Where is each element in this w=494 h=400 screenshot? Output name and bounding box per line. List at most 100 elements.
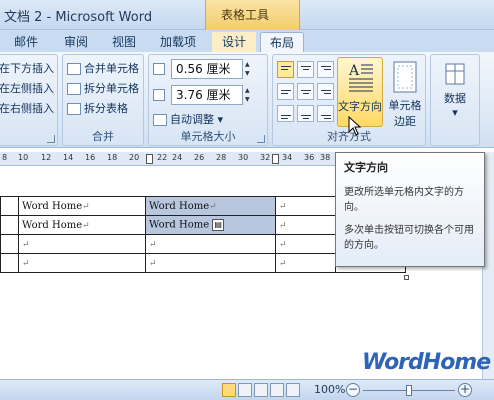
merge-cells-icon <box>67 63 81 75</box>
data-icon <box>445 63 465 85</box>
window-title: 文档 2 - Microsoft Word <box>4 10 153 25</box>
table-cell[interactable]: ↵ <box>145 253 276 273</box>
wordhome-watermark: WordHome <box>362 350 491 375</box>
print-layout-view-icon[interactable] <box>222 383 236 397</box>
tab-review[interactable]: 审阅 <box>56 32 96 52</box>
tooltip-hint: 多次单击按钮可切换各个可用的方向。 <box>344 225 474 251</box>
text-direction-label: 文字方向 <box>338 100 382 113</box>
ruler-tick: 38 <box>320 153 331 162</box>
table-cell[interactable] <box>0 234 19 254</box>
tab-layout[interactable]: 布局 <box>260 32 304 52</box>
split-cells-button[interactable]: 拆分单元格 <box>67 80 139 98</box>
column-width-input[interactable]: 3.76 厘米 <box>171 85 243 105</box>
title-bar: 文档 2 - Microsoft Word 表格工具 <box>0 0 494 30</box>
ruler-tick: 16 <box>85 153 96 162</box>
tab-view[interactable]: 视图 <box>104 32 144 52</box>
row-height-arrows-icon[interactable]: ▲ ▼ <box>245 60 253 78</box>
align-center-left-icon[interactable] <box>277 83 294 100</box>
merge-group-label: 合并 <box>92 130 114 143</box>
align-bottom-center-icon[interactable] <box>297 105 314 122</box>
autofit-button[interactable]: 自动调整 ▾ <box>153 111 223 129</box>
tab-design[interactable]: 设计 <box>212 32 256 52</box>
cell-margins-icon <box>393 61 417 93</box>
tab-mailings[interactable]: 邮件 <box>4 32 48 52</box>
ruler-tick: 36 <box>304 153 315 162</box>
data-dropdown-icon: ▾ <box>452 106 458 119</box>
table-cell[interactable]: ↵ <box>145 234 276 254</box>
draft-view-icon[interactable] <box>286 383 300 397</box>
data-button[interactable]: 数据 ▾ <box>433 59 477 127</box>
zoom-level[interactable]: 100% <box>314 383 345 396</box>
rows-columns-launcher-icon[interactable] <box>47 135 55 143</box>
ruler-tick: 12 <box>41 153 52 162</box>
table-cell[interactable]: ↵ <box>18 253 146 273</box>
ruler-tick: 10 <box>18 153 29 162</box>
column-marker-icon[interactable] <box>146 154 153 164</box>
ruler-tick: 24 <box>172 153 183 162</box>
data-label: 数据 <box>444 92 466 105</box>
merge-cells-button[interactable]: 合并单元格 <box>67 60 139 78</box>
autofit-icon <box>153 114 167 126</box>
align-top-right-icon[interactable] <box>317 61 334 78</box>
table-cell-selected[interactable]: Word Home ▤ <box>145 215 276 235</box>
tooltip-description: 更改所选单元格内文字的方向。 <box>344 187 464 213</box>
full-screen-reading-view-icon[interactable] <box>238 383 252 397</box>
ruler-tick: 30 <box>238 153 249 162</box>
table-cell[interactable]: ↵ <box>275 234 336 254</box>
table-cell[interactable]: Word Home↵ <box>18 215 146 235</box>
align-bottom-right-icon[interactable] <box>317 105 334 122</box>
ribbon-tab-row: 邮件 审阅 视图 加载项 设计 布局 <box>0 30 494 52</box>
align-center-icon[interactable] <box>297 83 314 100</box>
align-center-right-icon[interactable] <box>317 83 334 100</box>
zoom-slider-thumb[interactable] <box>406 385 412 396</box>
cell-margins-label-line2: 边距 <box>394 115 416 128</box>
table-cell[interactable]: ↵ <box>18 234 146 254</box>
cell-margins-label-line1: 单元格 <box>388 99 422 112</box>
table-cell[interactable]: ↵ <box>275 196 336 216</box>
mouse-cursor-icon <box>348 116 362 136</box>
insert-below-button[interactable]: 在下方插入 <box>0 60 54 78</box>
cell-size-launcher-icon[interactable] <box>257 135 265 143</box>
ruler-tick: 28 <box>216 153 227 162</box>
table-cell[interactable]: ↵ <box>275 215 336 235</box>
ruler-tick: 32 <box>260 153 271 162</box>
table-cell-selected[interactable]: Word Home↵ <box>145 196 276 216</box>
table-tools-label: 表格工具 <box>221 8 270 22</box>
outline-view-icon[interactable] <box>270 383 284 397</box>
ribbon: 在下方插入 在左侧插入 在右侧插入 合并单元格 拆分单元格 拆分表格 合并 0.… <box>0 52 494 148</box>
cell-size-group-label: 单元格大小 <box>180 130 236 143</box>
table-cell[interactable] <box>0 196 19 216</box>
merge-group: 合并单元格 拆分单元格 拆分表格 合并 <box>62 54 144 146</box>
insert-right-button[interactable]: 在右侧插入 <box>0 100 54 118</box>
ruler-tick: 20 <box>129 153 140 162</box>
table-cell[interactable]: ↵ <box>275 253 336 273</box>
column-marker-icon[interactable] <box>272 154 279 164</box>
insert-left-button[interactable]: 在左侧插入 <box>0 80 54 98</box>
table-cell[interactable] <box>0 215 19 235</box>
align-top-left-icon[interactable] <box>277 61 294 78</box>
web-layout-view-icon[interactable] <box>254 383 268 397</box>
align-bottom-left-icon[interactable] <box>277 105 294 122</box>
table-cell[interactable]: Word Home↵ <box>18 196 146 216</box>
table-cell[interactable] <box>0 253 19 273</box>
column-width-arrows-icon[interactable]: ▲ ▼ <box>245 86 253 104</box>
data-group: 数据 ▾ <box>430 54 480 146</box>
ruler-tick: 34 <box>282 153 293 162</box>
paste-options-icon[interactable]: ▤ <box>212 219 225 231</box>
row-height-icon <box>153 63 165 75</box>
rows-columns-group: 在下方插入 在左侧插入 在右侧插入 <box>0 54 58 146</box>
align-top-center-icon[interactable] <box>297 61 314 78</box>
text-direction-tooltip: 文字方向 更改所选单元格内文字的方向。 多次单击按钮可切换各个可用的方向。 <box>335 152 485 267</box>
ruler-tick: 18 <box>107 153 118 162</box>
row-height-input[interactable]: 0.56 厘米 <box>171 59 243 79</box>
zoom-in-icon[interactable]: + <box>458 383 472 397</box>
ruler-tick: 8 <box>2 153 8 162</box>
cell-margins-button[interactable]: 单元格 边距 <box>385 57 425 128</box>
status-bar: 100% − + <box>0 379 494 400</box>
tab-addins[interactable]: 加载项 <box>152 32 204 52</box>
table-resize-handle[interactable] <box>404 275 409 280</box>
table-tools-context-tab: 表格工具 <box>205 0 300 30</box>
zoom-out-icon[interactable]: − <box>346 383 360 397</box>
column-width-icon <box>153 89 165 101</box>
split-table-button[interactable]: 拆分表格 <box>67 100 128 118</box>
